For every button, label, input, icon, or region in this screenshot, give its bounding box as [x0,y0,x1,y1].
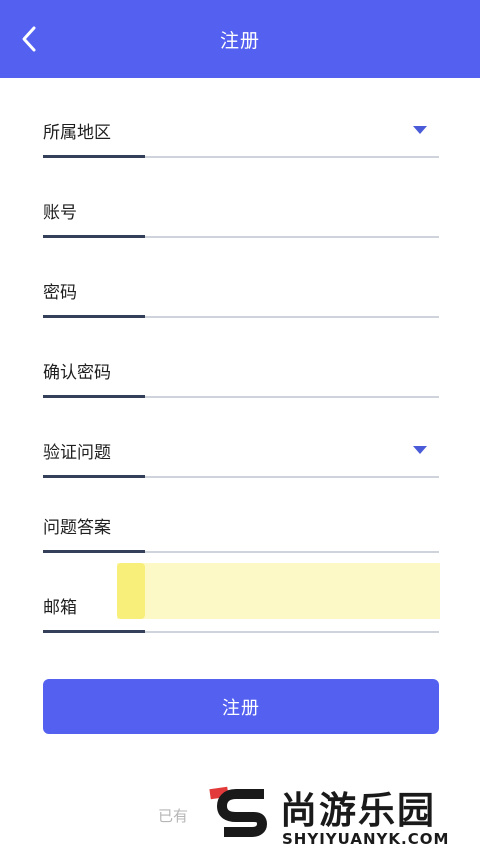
account-label: 账号 [43,203,77,223]
watermark-en-text: SHYIYUANYK.COM [282,830,450,848]
answer-field[interactable]: 问题答案 [43,493,439,553]
dropdown-arrow-icon [413,446,427,454]
page-title: 注册 [219,29,260,52]
field-underline-accent [43,235,145,238]
answer-label: 问题答案 [43,518,111,538]
watermark: 尚游乐园 SHYIYUANYK.COM [209,778,480,853]
region-label: 所属地区 [43,123,111,143]
security-question-label: 验证问题 [43,443,111,463]
field-underline-accent [43,315,145,318]
field-underline-accent [43,155,145,158]
login-hint[interactable]: 已有 [158,805,188,826]
top-app-bar: 注册 [0,0,480,78]
register-page: 注册 所属地区 账号 密码 确认密码 验证问题 问题答案 邮箱 注册 已有 尚游… [0,0,480,853]
security-question-select[interactable]: 验证问题 [43,418,439,478]
s-logo-icon [217,789,267,837]
back-button[interactable] [12,22,46,56]
field-underline-accent [43,395,145,398]
field-underline-accent [43,550,145,553]
watermark-cn-text: 尚游乐园 [280,789,436,832]
dropdown-arrow-icon [413,126,427,134]
region-select[interactable]: 所属地区 [43,98,439,158]
field-underline-accent [43,475,145,478]
chevron-left-icon [22,26,36,52]
password-label: 密码 [43,283,77,303]
email-field[interactable]: 邮箱 [43,573,439,633]
confirm-password-field[interactable]: 确认密码 [43,338,439,398]
field-underline-accent [43,630,145,633]
password-field[interactable]: 密码 [43,258,439,318]
email-label: 邮箱 [43,598,77,618]
register-button[interactable]: 注册 [43,679,439,734]
confirm-password-label: 确认密码 [43,363,111,383]
account-field[interactable]: 账号 [43,178,439,238]
